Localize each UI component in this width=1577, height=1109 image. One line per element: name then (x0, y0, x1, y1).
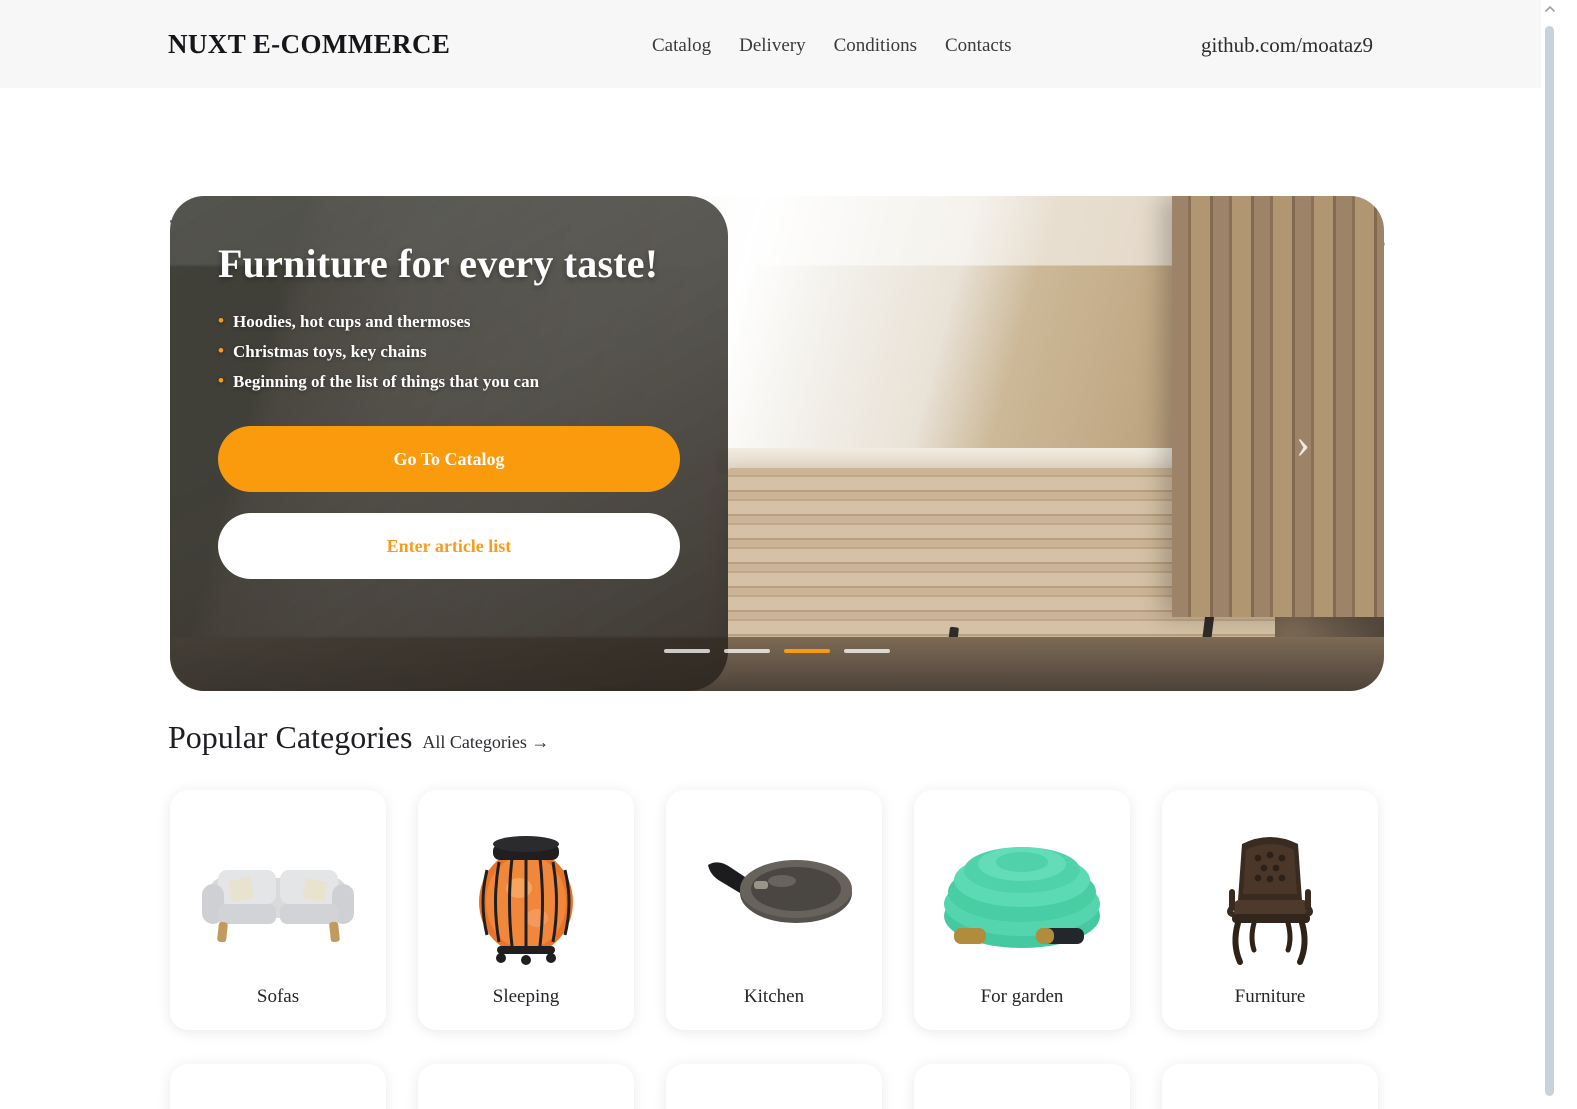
category-card-row2-1[interactable] (170, 1064, 386, 1109)
dark-appliance-image (1172, 1082, 1368, 1109)
category-card-kitchen[interactable]: Kitchen (666, 790, 882, 1030)
category-label: Kitchen (743, 986, 805, 1007)
sofa-image (180, 808, 376, 986)
nav-link-catalog[interactable]: Catalog (652, 35, 711, 57)
category-label: For garden (980, 986, 1064, 1007)
category-card-row2-2[interactable] (418, 1064, 634, 1109)
page-root: NUXT E-COMMERCE Catalog Delivery Conditi… (0, 0, 1559, 1109)
categories-grid: Sofas Sleeping Kitchen For garden Furnit… (170, 790, 1384, 1109)
tennis-racket-image (428, 1082, 624, 1109)
hero-slide-dot[interactable] (664, 649, 710, 653)
category-label: Sofas (256, 986, 300, 1007)
nav-link-conditions[interactable]: Conditions (834, 35, 917, 57)
blue-tool-image (180, 1082, 376, 1109)
hero-slide-dot-active[interactable] (784, 649, 830, 653)
category-label: Furniture (1234, 986, 1306, 1007)
category-card-row2-3[interactable] (666, 1064, 882, 1109)
hero-cabinet (1171, 196, 1384, 617)
page-scrollbar[interactable] (1541, 0, 1559, 1109)
category-card-sofas[interactable]: Sofas (170, 790, 386, 1030)
go-to-catalog-button[interactable]: Go To Catalog (218, 426, 680, 492)
search-row: insert shopping list 0 (0, 88, 1559, 257)
armchair-image (1172, 808, 1368, 986)
scrollbar-thumb[interactable] (1545, 26, 1554, 1096)
hero-bullet-item: Christmas toys, key chains (218, 341, 688, 362)
chevron-right-icon[interactable]: › (1296, 423, 1310, 465)
github-link[interactable]: github.com/moataz9 (1201, 33, 1373, 58)
enter-article-list-button[interactable]: Enter article list (218, 513, 680, 579)
hero-bullet-list: Hoodies, hot cups and thermoses Christma… (218, 311, 688, 392)
salt-lamp-image (428, 808, 624, 986)
frying-pan-image (676, 808, 872, 986)
category-card-for-garden[interactable]: For garden (914, 790, 1130, 1030)
all-categories-link[interactable]: All Categories → (422, 732, 549, 753)
top-bar: NUXT E-COMMERCE Catalog Delivery Conditi… (0, 0, 1559, 88)
category-card-sleeping[interactable]: Sleeping (418, 790, 634, 1030)
nav-link-contacts[interactable]: Contacts (945, 35, 1012, 57)
nav-link-delivery[interactable]: Delivery (739, 35, 805, 57)
hero-bullet-item: Beginning of the list of things that you… (218, 371, 688, 392)
hero-content: Furniture for every taste! Hoodies, hot … (218, 242, 688, 579)
category-label: Sleeping (492, 986, 560, 1007)
primary-nav: Catalog Delivery Conditions Contacts (652, 35, 1012, 57)
categories-header: Popular Categories All Categories → (168, 719, 549, 756)
hero-carousel: Furniture for every taste! Hoodies, hot … (170, 196, 1384, 691)
scroll-up-arrow-icon[interactable] (1545, 4, 1555, 14)
hero-slide-dot[interactable] (844, 649, 890, 653)
category-card-row2-4[interactable] (914, 1064, 1130, 1109)
hero-slide-dot[interactable] (724, 649, 770, 653)
gold-mirror-image (676, 1082, 872, 1109)
placeholder-image (924, 1082, 1120, 1109)
category-card-row2-5[interactable] (1162, 1064, 1378, 1109)
hero-slide-indicators (664, 649, 890, 653)
hero-bullet-item: Hoodies, hot cups and thermoses (218, 311, 688, 332)
category-card-furniture[interactable]: Furniture (1162, 790, 1378, 1030)
garden-hose-image (924, 808, 1120, 986)
site-logo[interactable]: NUXT E-COMMERCE (168, 29, 450, 60)
hero-title: Furniture for every taste! (218, 241, 659, 286)
page-title: Popular Categories (168, 719, 413, 755)
